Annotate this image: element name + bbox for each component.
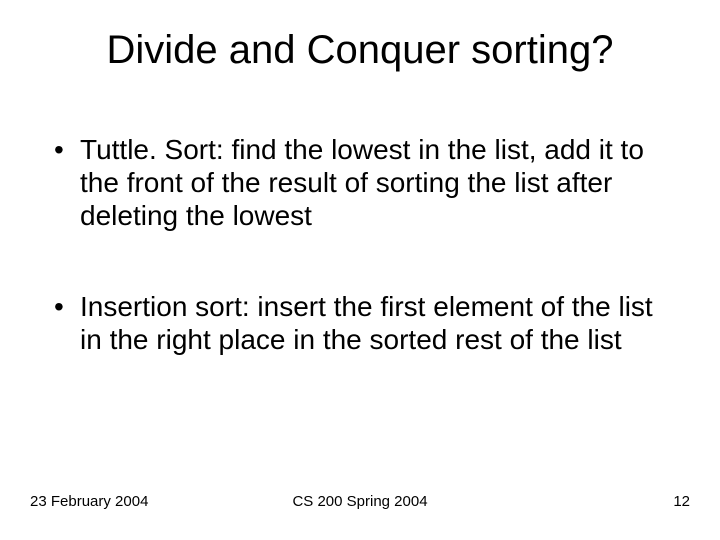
bullet-list: Tuttle. Sort: find the lowest in the lis… xyxy=(50,133,670,356)
footer-page: 12 xyxy=(673,493,690,510)
slide: Divide and Conquer sorting? Tuttle. Sort… xyxy=(0,0,720,540)
footer-date: 23 February 2004 xyxy=(30,493,148,510)
footer: 23 February 2004 CS 200 Spring 2004 12 xyxy=(0,493,720,510)
slide-title: Divide and Conquer sorting? xyxy=(50,28,670,73)
footer-course: CS 200 Spring 2004 xyxy=(292,493,427,510)
list-item: Tuttle. Sort: find the lowest in the lis… xyxy=(50,133,670,232)
list-item: Insertion sort: insert the first element… xyxy=(50,290,670,356)
